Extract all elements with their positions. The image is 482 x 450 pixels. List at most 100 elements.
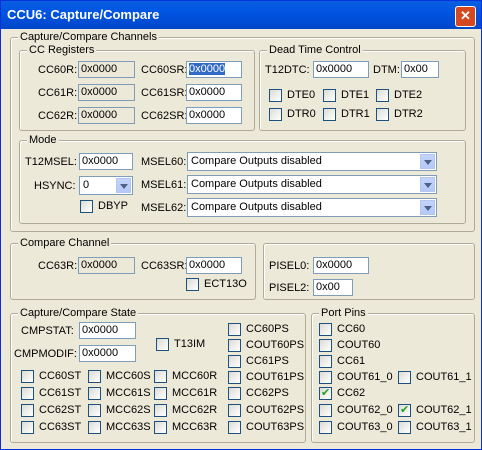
- dtr0-checkbox[interactable]: [269, 108, 282, 121]
- cout63-0-pin-checkbox[interactable]: [319, 421, 332, 434]
- cmpmodif-field[interactable]: 0x0000: [79, 345, 136, 362]
- group-label: Dead Time Control: [267, 44, 363, 56]
- pisel2-label: PISEL2:: [269, 282, 310, 294]
- ect13o-checkbox[interactable]: [186, 278, 199, 291]
- cout61-1-pin-checkbox[interactable]: [398, 371, 411, 384]
- window-title: CCU6: Capture/Compare: [7, 7, 160, 22]
- mcc63s-checkbox[interactable]: [88, 421, 101, 434]
- dte2-label: DTE2: [394, 89, 423, 101]
- cc61sr-label: CC61SR:: [141, 87, 188, 99]
- dte2-checkbox[interactable]: [376, 89, 389, 102]
- cc62ps-checkbox[interactable]: [228, 387, 241, 400]
- t13im-checkbox[interactable]: [156, 338, 169, 351]
- group-label: Port Pins: [319, 307, 368, 319]
- mcc60r-label: MCC60R: [172, 370, 218, 382]
- cout62-0-pin-checkbox[interactable]: [319, 404, 332, 417]
- dbyp-checkbox[interactable]: [80, 200, 93, 213]
- mcc62s-checkbox[interactable]: [88, 404, 101, 417]
- cout62-1-pin-checkbox[interactable]: [398, 403, 411, 417]
- mcc60s-checkbox[interactable]: [88, 370, 101, 383]
- cc61st-checkbox[interactable]: [21, 387, 34, 400]
- dte0-checkbox[interactable]: [269, 89, 282, 102]
- cc62st-checkbox[interactable]: [21, 404, 34, 417]
- mcc61s-label: MCC61S: [106, 387, 151, 399]
- cc63r-label: CC63R:: [38, 260, 78, 272]
- cout63-0-pin-label: COUT63_0: [337, 421, 393, 433]
- dtr2-checkbox[interactable]: [376, 108, 389, 121]
- cout61ps-label: COUT61PS: [246, 371, 305, 383]
- cout63ps-checkbox[interactable]: [228, 421, 241, 434]
- cc60r-field: 0x0000: [78, 61, 135, 78]
- mcc61s-checkbox[interactable]: [88, 387, 101, 400]
- cout62-0-pin-label: COUT62_0: [337, 404, 393, 416]
- chevron-down-icon[interactable]: [420, 154, 435, 169]
- cc62sr-field[interactable]: 0x0000: [186, 107, 242, 124]
- cc60st-checkbox[interactable]: [21, 370, 34, 383]
- cout63-1-pin-checkbox[interactable]: [398, 421, 411, 434]
- dte1-label: DTE1: [341, 89, 370, 101]
- t12msel-field[interactable]: 0x0000: [79, 153, 133, 170]
- cc60-pin-checkbox[interactable]: [319, 323, 332, 336]
- hsync-label: HSYNC:: [34, 180, 76, 192]
- mcc62r-label: MCC62R: [172, 404, 218, 416]
- cc60ps-checkbox[interactable]: [228, 323, 241, 336]
- t12dtc-field[interactable]: 0x0000: [313, 61, 369, 78]
- pisel0-field[interactable]: 0x0000: [313, 257, 369, 274]
- hsync-dropdown[interactable]: 0: [79, 176, 133, 195]
- chevron-down-icon[interactable]: [420, 200, 435, 215]
- mcc60r-checkbox[interactable]: [154, 370, 167, 383]
- dtr1-checkbox[interactable]: [323, 108, 336, 121]
- msel62-label: MSEL62:: [141, 202, 187, 214]
- cmpstat-field[interactable]: 0x0000: [79, 322, 136, 339]
- dte1-checkbox[interactable]: [323, 89, 336, 102]
- cout63-1-pin-label: COUT63_1: [416, 421, 472, 433]
- t12msel-label: T12MSEL:: [25, 156, 77, 168]
- cc60sr-label: CC60SR:: [141, 64, 188, 76]
- cout61-0-pin-checkbox[interactable]: [319, 371, 332, 384]
- t12dtc-label: T12DTC:: [265, 64, 310, 76]
- mcc62r-checkbox[interactable]: [154, 404, 167, 417]
- cmpstat-label: CMPSTAT:: [21, 325, 74, 337]
- cc60st-label: CC60ST: [39, 370, 82, 382]
- cout60-pin-checkbox[interactable]: [319, 339, 332, 352]
- msel62-dropdown[interactable]: Compare Outputs disabled: [187, 198, 437, 217]
- group-label: CC Registers: [27, 44, 97, 56]
- dbyp-label: DBYP: [98, 200, 128, 212]
- cout61-1-pin-label: COUT61_1: [416, 371, 472, 383]
- msel60-dropdown[interactable]: Compare Outputs disabled: [187, 152, 437, 171]
- cc62st-label: CC62ST: [39, 404, 82, 416]
- title-bar: CCU6: Capture/Compare ✕: [1, 1, 481, 29]
- cc60-pin-label: CC60: [337, 323, 366, 335]
- cc63st-label: CC63ST: [39, 421, 82, 433]
- cc61sr-field[interactable]: 0x0000: [186, 84, 242, 101]
- cout61ps-checkbox[interactable]: [228, 371, 241, 384]
- dtr1-label: DTR1: [341, 108, 370, 120]
- cc61ps-checkbox[interactable]: [228, 355, 241, 368]
- cout62ps-checkbox[interactable]: [228, 404, 241, 417]
- cc60sr-field[interactable]: 0x0000: [186, 61, 242, 78]
- cc61r-field: 0x0000: [78, 84, 135, 101]
- chevron-down-icon[interactable]: [420, 177, 435, 192]
- cc61-pin-checkbox[interactable]: [319, 355, 332, 368]
- dtm-field[interactable]: 0x00: [401, 61, 439, 78]
- cout60ps-checkbox[interactable]: [228, 339, 241, 352]
- chevron-down-icon[interactable]: [116, 178, 131, 193]
- msel60-value: Compare Outputs disabled: [191, 155, 322, 167]
- dte0-label: DTE0: [287, 89, 316, 101]
- cc61r-label: CC61R:: [38, 87, 78, 99]
- cc62r-label: CC62R:: [38, 110, 78, 122]
- mcc63r-label: MCC63R: [172, 421, 218, 433]
- cc62sr-label: CC62SR:: [141, 110, 188, 122]
- msel60-label: MSEL60:: [141, 156, 187, 168]
- mcc63r-checkbox[interactable]: [154, 421, 167, 434]
- ect13o-label: ECT13O: [204, 278, 247, 290]
- cc63st-checkbox[interactable]: [21, 421, 34, 434]
- cc62-pin-checkbox[interactable]: [319, 386, 332, 400]
- msel61-dropdown[interactable]: Compare Outputs disabled: [187, 175, 437, 194]
- cc63sr-field[interactable]: 0x0000: [186, 257, 242, 274]
- pisel2-field[interactable]: 0x00: [313, 279, 353, 296]
- cc63sr-label: CC63SR:: [141, 260, 188, 272]
- group-label: Capture/Compare State: [18, 307, 139, 319]
- close-button[interactable]: ✕: [455, 6, 476, 27]
- mcc61r-checkbox[interactable]: [154, 387, 167, 400]
